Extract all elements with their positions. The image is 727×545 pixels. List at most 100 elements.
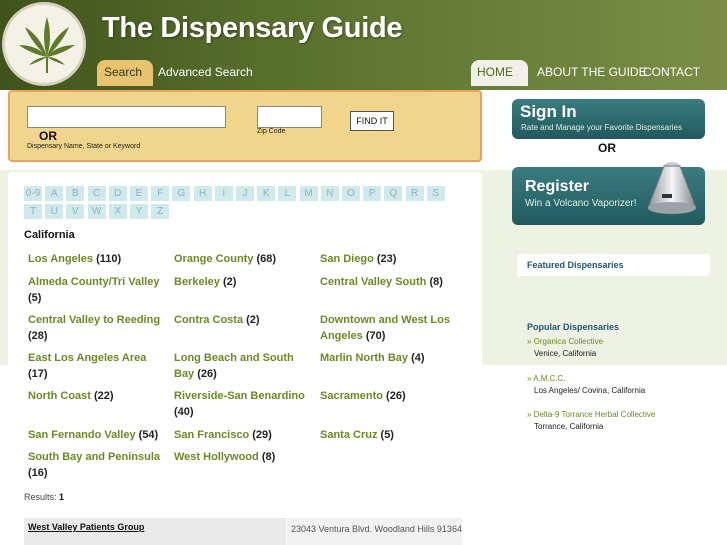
alphabet-link[interactable]: E bbox=[130, 186, 148, 201]
sign-in-title: Sign In bbox=[520, 102, 577, 121]
alphabet-link[interactable]: Z bbox=[151, 204, 170, 219]
alphabet-link[interactable]: R bbox=[405, 186, 424, 201]
alphabet-link[interactable]: J bbox=[236, 186, 254, 201]
state-title: California bbox=[24, 229, 75, 241]
site-title[interactable]: The Dispensary Guide bbox=[102, 12, 403, 45]
featured-dispensaries-panel: Featured Dispensaries bbox=[517, 254, 710, 276]
alphabet-link[interactable]: C bbox=[87, 186, 106, 201]
city-count: (16) bbox=[28, 467, 48, 479]
register-title: Register bbox=[525, 178, 590, 195]
dispensary-address: 23043 Ventura Blvd. Woodland Hills 91364 bbox=[286, 518, 462, 545]
city-count: (26) bbox=[386, 390, 406, 402]
alphabet-link[interactable]: Y bbox=[130, 204, 148, 219]
results-number: 1 bbox=[59, 492, 65, 502]
city-count: (54) bbox=[138, 429, 159, 441]
city-count: (2) bbox=[246, 314, 260, 326]
alphabet-link[interactable]: I bbox=[214, 186, 233, 201]
main-content: 0-9 A B C D E F G H I J K L M N O P Q R S T U V W X Y Z California… bbox=[8, 172, 482, 545]
popular-item-link[interactable]: » Organica Collective bbox=[527, 337, 603, 346]
sidebar-or-label: OR bbox=[598, 141, 616, 155]
city-name: Riverside-San Benardino bbox=[174, 390, 305, 402]
alphabet-link[interactable]: W bbox=[87, 204, 106, 219]
alphabet-link[interactable]: O bbox=[342, 186, 360, 201]
nav-about-the-guide[interactable]: ABOUT THE GUIDE bbox=[537, 60, 647, 86]
city-count: (4) bbox=[411, 352, 425, 364]
zip-code-input[interactable] bbox=[257, 106, 322, 128]
city-link[interactable]: North Coast (22) bbox=[28, 388, 168, 404]
alphabet-link[interactable]: H bbox=[193, 186, 212, 201]
city-link[interactable]: San Diego (23) bbox=[320, 251, 460, 267]
city-link[interactable]: Central Valley to Reeding (28) bbox=[28, 312, 168, 344]
alphabet-link[interactable]: M bbox=[299, 186, 318, 201]
alphabet-link[interactable]: K bbox=[257, 186, 276, 201]
city-count: (5) bbox=[380, 429, 394, 441]
alphabet-link[interactable]: L bbox=[278, 186, 297, 201]
alphabet-link[interactable]: S bbox=[426, 186, 445, 201]
alphabet-link[interactable]: G bbox=[172, 186, 191, 201]
city-link[interactable]: Los Angeles (110) bbox=[28, 251, 168, 267]
city-link[interactable]: Riverside-San Benardino (40) bbox=[174, 388, 314, 420]
alphabet-link[interactable]: X bbox=[108, 204, 127, 219]
city-count: (26) bbox=[197, 368, 217, 380]
nav-contact[interactable]: CONTACT bbox=[643, 60, 700, 86]
dispensary-name-input[interactable] bbox=[27, 106, 226, 128]
dispensary-link[interactable]: West Valley Patients Group bbox=[28, 522, 144, 532]
city-link[interactable]: San Fernando Valley (54) bbox=[28, 427, 168, 443]
popular-title: Popular Dispensaries bbox=[527, 322, 620, 332]
alphabet-link[interactable]: Q bbox=[384, 186, 403, 201]
alphabet-link[interactable]: F bbox=[151, 186, 170, 201]
city-link[interactable]: Orange County (68) bbox=[174, 251, 314, 267]
city-link[interactable]: Almeda County/Tri Valley (5) bbox=[28, 274, 168, 306]
city-link[interactable]: San Francisco (29) bbox=[174, 427, 314, 443]
sign-in-banner[interactable]: Sign In Rate and Manage your Favorite Di… bbox=[512, 99, 705, 139]
alphabet-link[interactable]: N bbox=[320, 186, 339, 201]
find-it-button[interactable]: FIND IT bbox=[350, 111, 394, 131]
alphabet-link[interactable]: B bbox=[66, 186, 85, 201]
city-link[interactable]: Downtown and West Los Angeles (70) bbox=[320, 312, 460, 344]
register-subtitle: Win a Volcano Vaporizer! bbox=[525, 198, 637, 209]
city-count: (8) bbox=[429, 276, 443, 288]
city-link[interactable]: West Hollywood (8) bbox=[174, 449, 314, 465]
search-panel: OR Dispensary Name, State or Keyword Zip… bbox=[8, 90, 482, 162]
city-name: East Los Angeles Area bbox=[28, 352, 147, 364]
city-name: Central Valley to Reeding bbox=[28, 314, 161, 326]
city-link[interactable]: Santa Cruz (5) bbox=[320, 427, 460, 443]
city-count: (70) bbox=[365, 330, 386, 342]
alphabet-link[interactable]: V bbox=[66, 204, 85, 219]
city-link[interactable]: Contra Costa (2) bbox=[174, 312, 314, 328]
alphabet-link[interactable]: T bbox=[24, 204, 42, 219]
city-count: (23) bbox=[376, 253, 397, 265]
tab-advanced-search[interactable]: Advanced Search bbox=[158, 60, 253, 86]
city-name: San Francisco bbox=[174, 429, 250, 441]
alphabet-link[interactable]: P bbox=[363, 186, 382, 201]
alphabet-link[interactable]: D bbox=[108, 186, 127, 201]
city-name: San Diego bbox=[320, 253, 374, 265]
results-count: Results: 1 bbox=[24, 492, 64, 502]
cannabis-leaf-icon bbox=[19, 17, 75, 73]
city-link[interactable]: Central Valley South (8) bbox=[320, 274, 460, 290]
city-link[interactable]: Marlin North Bay (4) bbox=[320, 350, 460, 366]
city-name: Almeda County/Tri Valley bbox=[28, 276, 160, 288]
city-count: (110) bbox=[96, 253, 122, 265]
site-header: The Dispensary Guide Search Advanced Sea… bbox=[0, 0, 727, 90]
city-count: (29) bbox=[252, 429, 272, 441]
tab-search[interactable]: Search bbox=[97, 60, 153, 86]
city-link[interactable]: Sacramento (26) bbox=[320, 388, 460, 404]
city-link[interactable]: South Bay and Peninsula (16) bbox=[28, 449, 168, 481]
city-count: (8) bbox=[261, 451, 276, 463]
city-link[interactable]: East Los Angeles Area (17) bbox=[28, 350, 168, 382]
popular-item-link[interactable]: » A.M.C.C. bbox=[527, 374, 566, 383]
city-name: South Bay and Peninsula bbox=[28, 451, 161, 463]
alphabet-link[interactable]: A bbox=[45, 186, 64, 201]
city-count: (40) bbox=[174, 406, 194, 418]
popular-item-location: Los Angeles/ Covina, California bbox=[534, 386, 646, 395]
alphabet-link[interactable]: 0-9 bbox=[24, 186, 42, 201]
city-link[interactable]: Berkeley (2) bbox=[174, 274, 314, 290]
alphabet-link[interactable]: U bbox=[45, 204, 64, 219]
city-name: Contra Costa bbox=[174, 314, 244, 326]
city-link[interactable]: Long Beach and South Bay (26) bbox=[174, 350, 314, 382]
site-logo[interactable] bbox=[2, 2, 86, 86]
city-count: (28) bbox=[28, 330, 48, 342]
popular-item-link[interactable]: » Delta-9 Torrance Herbal Collective bbox=[527, 410, 655, 419]
nav-home[interactable]: HOME bbox=[471, 60, 528, 86]
